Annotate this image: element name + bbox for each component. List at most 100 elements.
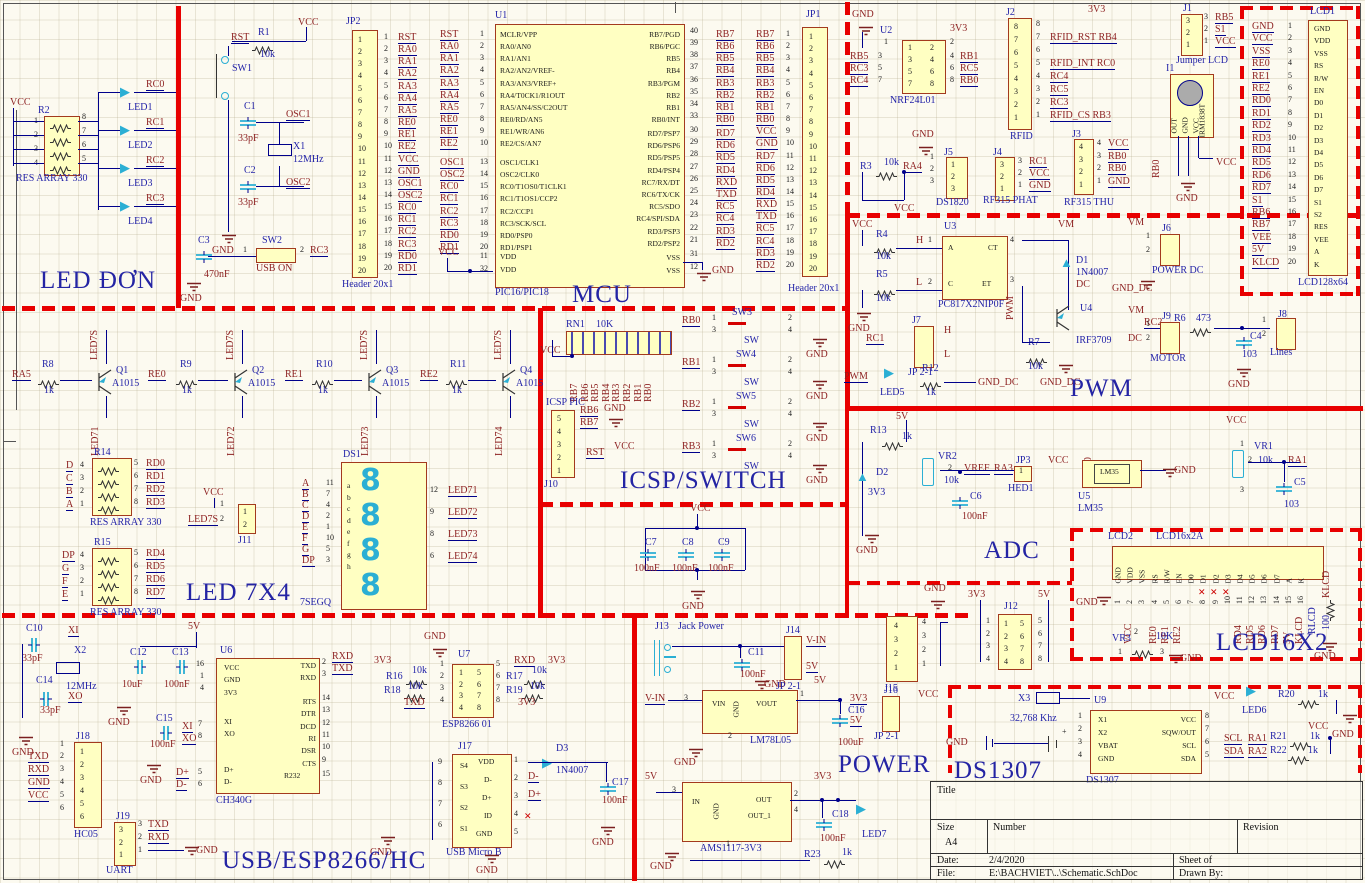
schematic-label: 3 bbox=[1000, 160, 1004, 169]
schematic-label: 7 bbox=[326, 489, 330, 498]
crystal-symbol bbox=[268, 144, 292, 156]
schematic-label: 1k bbox=[452, 385, 462, 396]
component-body[interactable] bbox=[682, 782, 792, 842]
schematic-label: RE2 bbox=[440, 138, 458, 151]
switch-symbol[interactable] bbox=[728, 406, 746, 409]
schematic-label: RE1 bbox=[285, 369, 303, 381]
schematic-label: RLCD bbox=[1307, 607, 1318, 634]
schematic-label: VCC bbox=[1048, 455, 1069, 466]
component-body[interactable] bbox=[238, 504, 256, 534]
schematic-label: RC3 bbox=[146, 193, 165, 205]
schematic-label: EN bbox=[1314, 86, 1324, 95]
schematic-label: RST bbox=[440, 29, 459, 41]
schematic-label: RC2 bbox=[440, 205, 459, 218]
component-body[interactable] bbox=[74, 742, 102, 828]
component-body[interactable] bbox=[1276, 318, 1296, 350]
schematic-label: 7 bbox=[1038, 641, 1042, 650]
schematic-label: 6 bbox=[438, 820, 442, 829]
schematic-label: ID bbox=[484, 811, 492, 820]
component-body[interactable] bbox=[886, 616, 918, 682]
schematic-label: 7 bbox=[134, 484, 138, 493]
schematic-label: PC817X2NIP0F bbox=[938, 299, 1005, 310]
component-body[interactable] bbox=[1014, 466, 1032, 482]
component-body[interactable] bbox=[114, 822, 136, 866]
schematic-label: 100nF bbox=[672, 563, 698, 574]
schematic-label: R4 bbox=[876, 229, 888, 240]
schematic-label: 15 bbox=[809, 202, 817, 212]
schematic-label: 10uF bbox=[122, 679, 143, 690]
component-body[interactable] bbox=[914, 326, 934, 368]
wire bbox=[1022, 342, 1050, 343]
component-body[interactable] bbox=[1160, 322, 1180, 354]
schematic-label: Q1 bbox=[116, 365, 129, 376]
gnd-symbol bbox=[1236, 366, 1252, 378]
schematic-label: 3V3 bbox=[548, 655, 566, 666]
schematic-label: RXD bbox=[300, 673, 316, 683]
schematic-label: A1015 bbox=[382, 378, 410, 389]
schematic-label: 5 bbox=[1014, 61, 1018, 70]
schematic-label: 2 bbox=[1004, 631, 1008, 641]
switch-symbol[interactable] bbox=[728, 322, 746, 325]
schematic-label: X3 bbox=[1018, 693, 1031, 704]
schematic-label: RXD bbox=[756, 199, 778, 212]
component-body[interactable] bbox=[256, 248, 296, 263]
schematic-label: A bbox=[1314, 247, 1320, 257]
component-body[interactable] bbox=[551, 410, 575, 478]
wire bbox=[840, 700, 841, 714]
schematic-label: GND bbox=[28, 777, 50, 789]
schematic-label: JP2 bbox=[346, 16, 361, 27]
component-body[interactable] bbox=[566, 331, 672, 355]
schematic-label: 23 bbox=[690, 210, 698, 220]
schematic-label: VCC bbox=[298, 17, 319, 28]
component-body[interactable] bbox=[1160, 234, 1180, 266]
schematic-label: 3 bbox=[1010, 275, 1014, 284]
schematic-label: 1 bbox=[726, 839, 730, 848]
capacitor-symbol bbox=[678, 548, 694, 561]
schematic-label: GND bbox=[674, 757, 696, 768]
schematic-label: GND bbox=[1314, 651, 1336, 662]
component-body[interactable] bbox=[1181, 14, 1203, 56]
switch-symbol[interactable] bbox=[728, 448, 746, 451]
schematic-label: 10k bbox=[884, 157, 899, 168]
potentiometer-symbol[interactable] bbox=[1232, 450, 1244, 478]
schematic-label: 16 bbox=[384, 214, 392, 224]
component-body[interactable] bbox=[784, 636, 802, 680]
schematic-label: 4 bbox=[788, 451, 792, 460]
schematic-label: GND_DC bbox=[978, 377, 1019, 388]
schematic-label: 2 bbox=[80, 576, 84, 585]
wire bbox=[134, 206, 176, 207]
section-border-dashed bbox=[948, 685, 1360, 689]
schematic-label: 12 bbox=[809, 166, 817, 176]
resistor-symbol bbox=[882, 438, 904, 452]
component-body[interactable] bbox=[946, 157, 968, 199]
component-body[interactable] bbox=[1008, 18, 1032, 130]
wire bbox=[980, 600, 981, 662]
switch-symbol[interactable] bbox=[728, 364, 746, 367]
schematic-label: D6 bbox=[1314, 172, 1324, 182]
schematic-canvas[interactable]: VCCR212348765▶▶▶▶LED1LED2LED3LED4RC0RC1R… bbox=[0, 0, 1365, 883]
potentiometer-symbol[interactable] bbox=[922, 458, 934, 486]
schematic-label: 9 bbox=[322, 754, 326, 764]
component-body[interactable] bbox=[702, 690, 798, 734]
wire bbox=[22, 644, 23, 718]
schematic-label: LED72 bbox=[226, 426, 237, 456]
schematic-label: 1 bbox=[459, 668, 463, 677]
component-body[interactable] bbox=[1074, 139, 1094, 195]
schematic-label: 1 bbox=[1240, 439, 1244, 448]
component-body[interactable] bbox=[352, 30, 378, 278]
schematic-label: GND bbox=[756, 138, 778, 151]
schematic-label: R10 bbox=[316, 359, 333, 370]
schematic-label: RN1 bbox=[566, 319, 585, 330]
component-body[interactable] bbox=[341, 462, 427, 610]
wire bbox=[13, 121, 44, 122]
schematic-label: RE1 bbox=[1252, 70, 1270, 83]
schematic-label: DC bbox=[1128, 333, 1142, 344]
section-border-dashed bbox=[948, 685, 952, 773]
component-body[interactable] bbox=[882, 696, 900, 732]
schematic-label: 18 bbox=[1288, 231, 1296, 241]
schematic-label: 1 bbox=[951, 160, 955, 169]
schematic-label: 1 bbox=[440, 659, 444, 668]
capacitor-symbol bbox=[714, 548, 730, 561]
schematic-label: GND bbox=[731, 701, 741, 718]
schematic-label: 4 bbox=[788, 367, 792, 376]
